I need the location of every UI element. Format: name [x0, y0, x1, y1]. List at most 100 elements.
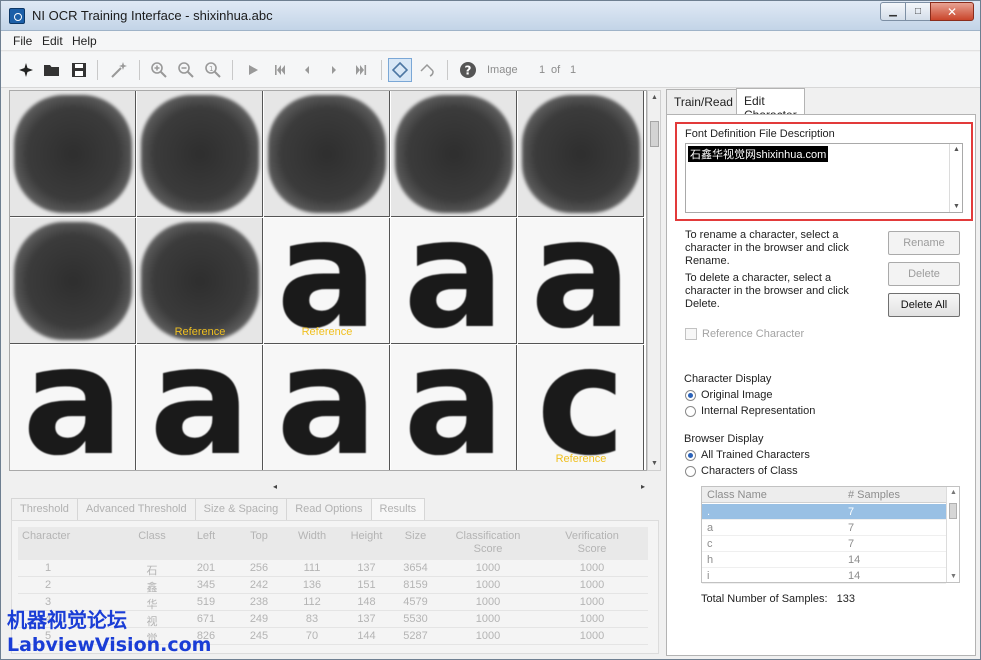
rotate-roi-icon[interactable]: [415, 58, 439, 82]
previous-image-icon[interactable]: [295, 58, 319, 82]
class-row[interactable]: a7: [702, 520, 946, 536]
character-sample[interactable]: a: [264, 345, 390, 470]
radio-characters-of-class[interactable]: Characters of Class: [685, 465, 798, 477]
results-cell: 671: [196, 613, 216, 625]
rename-button[interactable]: Rename: [888, 231, 960, 255]
character-sample[interactable]: a: [518, 218, 644, 344]
results-column-header[interactable]: Size: [395, 530, 436, 543]
minimize-button[interactable]: ▁: [880, 2, 906, 21]
tab-threshold[interactable]: Threshold: [11, 498, 78, 520]
character-sample[interactable]: a Reference: [264, 218, 390, 344]
results-cell: 151: [357, 579, 376, 591]
reference-character-checkbox[interactable]: Reference Character: [685, 328, 804, 340]
scroll-down-icon[interactable]: ▼: [950, 573, 957, 580]
menu-edit[interactable]: Edit: [42, 34, 63, 48]
class-row[interactable]: i 14: [702, 568, 946, 584]
menu-file[interactable]: File: [13, 34, 32, 48]
scroll-up-icon[interactable]: ▲: [950, 489, 957, 496]
scrollbar-thumb[interactable]: [949, 503, 957, 519]
character-sample[interactable]: [10, 91, 136, 217]
character-sample[interactable]: [264, 91, 390, 217]
scroll-up-icon[interactable]: ▲: [953, 146, 960, 153]
class-row[interactable]: .7: [702, 504, 946, 520]
radio-internal-representation[interactable]: Internal Representation: [685, 405, 815, 417]
scroll-right-icon[interactable]: ▸: [641, 482, 645, 491]
results-cell: 8159: [403, 579, 428, 591]
results-column-header[interactable]: Class: [124, 530, 180, 543]
class-row[interactable]: h 14: [702, 552, 946, 568]
help-icon[interactable]: ?: [456, 58, 480, 82]
tab-size-spacing[interactable]: Size & Spacing: [194, 498, 288, 520]
character-sample[interactable]: Reference: [137, 218, 263, 344]
reference-label: Reference: [301, 326, 353, 338]
browser-horizontal-scrollbar[interactable]: ◂ ▸: [273, 482, 647, 495]
zoom-out-icon[interactable]: [174, 58, 198, 82]
menu-help[interactable]: Help: [72, 34, 97, 48]
scroll-down-icon[interactable]: ▼: [953, 203, 960, 210]
character-sample[interactable]: a: [391, 345, 517, 470]
toolbar-separator: [381, 60, 382, 80]
scrollbar-thumb[interactable]: [650, 121, 659, 147]
tab-edit-character-set-file[interactable]: Edit Character Set File: [736, 88, 805, 136]
font-description-field[interactable]: 石鑫华视觉网shixinhua.com ▲ ▼: [685, 143, 963, 213]
character-sample[interactable]: [518, 91, 644, 217]
results-table-header: Character Class Left Top Width Height Size Clas…: [18, 527, 648, 560]
character-browser[interactable]: Reference a Reference a a a a a a c Reference: [9, 90, 647, 471]
play-icon[interactable]: [241, 58, 265, 82]
open-folder-icon[interactable]: [40, 58, 64, 82]
radio-original-image[interactable]: Original Image: [685, 389, 773, 401]
save-icon[interactable]: [67, 58, 91, 82]
character-sample[interactable]: a: [391, 218, 517, 344]
zoom-in-icon[interactable]: [147, 58, 171, 82]
select-roi-icon[interactable]: [388, 58, 412, 82]
maximize-button[interactable]: □: [905, 2, 931, 21]
delete-button[interactable]: Delete: [888, 262, 960, 286]
class-samples-cell: 14: [848, 570, 861, 582]
zoom-one-to-one-icon[interactable]: 1: [201, 58, 225, 82]
delete-all-button[interactable]: Delete All: [888, 293, 960, 317]
font-description-highlight: Font Definition File Description 石鑫华视觉网s…: [675, 122, 973, 221]
reference-label: Reference: [555, 453, 607, 465]
character-sample[interactable]: [137, 91, 263, 217]
results-cell: 201: [196, 562, 216, 574]
results-column-header[interactable]: Left: [180, 530, 232, 543]
results-row[interactable]: 1 石 201 256 111 137 3654 1000 1000: [18, 560, 648, 577]
results-column-header[interactable]: Classification Score: [436, 530, 540, 556]
new-icon[interactable]: [14, 58, 38, 82]
results-cell: 1000: [475, 562, 501, 574]
character-sample[interactable]: a: [10, 345, 136, 471]
results-cell: 249: [249, 613, 269, 625]
results-cell: 345: [196, 579, 216, 591]
character-glyph: a: [22, 345, 124, 471]
tab-results[interactable]: Results: [370, 498, 426, 520]
character-sample[interactable]: c Reference: [518, 345, 644, 470]
scroll-up-icon[interactable]: ▲: [651, 94, 658, 101]
next-image-icon[interactable]: [322, 58, 346, 82]
column-samples[interactable]: # Samples: [848, 489, 900, 501]
column-class-name[interactable]: Class Name: [707, 489, 767, 501]
last-image-icon[interactable]: [349, 58, 373, 82]
results-column-header[interactable]: Character: [22, 530, 82, 543]
wand-icon[interactable]: [107, 58, 131, 82]
close-button[interactable]: ✕: [930, 2, 974, 21]
tab-train-read[interactable]: Train/Read: [666, 89, 741, 114]
scroll-left-icon[interactable]: ◂: [273, 482, 277, 491]
results-column-header[interactable]: Height: [338, 530, 395, 543]
font-description-scrollbar[interactable]: ▲ ▼: [949, 144, 962, 212]
character-sample[interactable]: [391, 91, 517, 217]
results-column-header[interactable]: Verification Score: [540, 530, 644, 556]
svg-text:?: ?: [465, 64, 472, 78]
class-table-scrollbar[interactable]: ▲ ▼: [946, 487, 959, 582]
character-sample[interactable]: [10, 218, 136, 344]
results-column-header[interactable]: Top: [232, 530, 286, 543]
first-image-icon[interactable]: [268, 58, 292, 82]
tab-read-options[interactable]: Read Options: [286, 498, 372, 520]
class-row[interactable]: c7: [702, 536, 946, 552]
character-sample[interactable]: a: [137, 345, 263, 470]
tab-advanced-threshold[interactable]: Advanced Threshold: [76, 498, 196, 520]
radio-all-trained-characters[interactable]: All Trained Characters: [685, 449, 810, 461]
scroll-down-icon[interactable]: ▼: [651, 460, 658, 467]
browser-vertical-scrollbar[interactable]: ▲ ▼: [647, 90, 661, 471]
results-column-header[interactable]: Width: [286, 530, 338, 543]
results-row[interactable]: 2 鑫 345 242 136 151 8159 1000 1000: [18, 577, 648, 594]
